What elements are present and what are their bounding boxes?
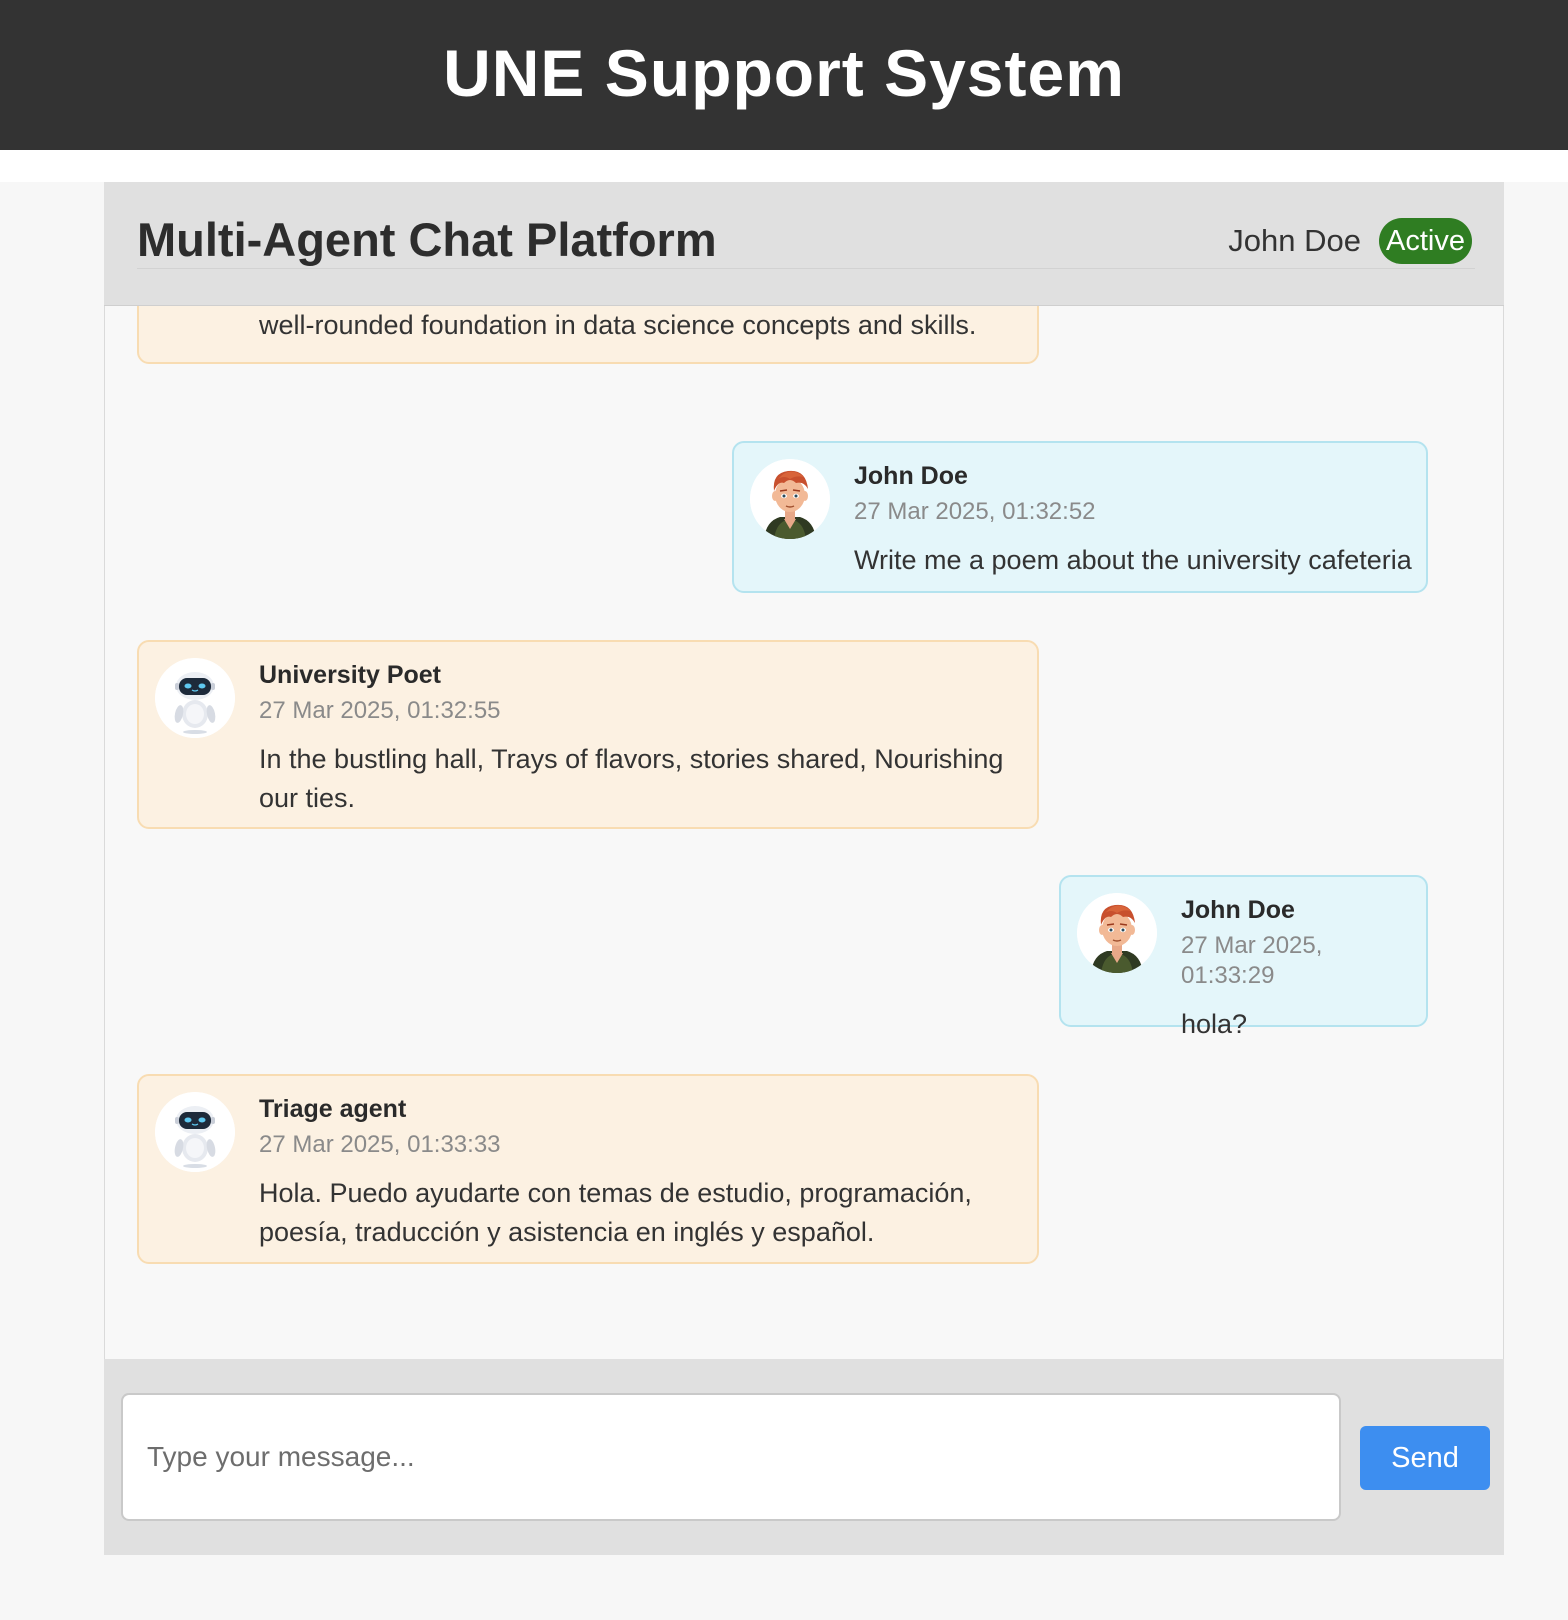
app-title: Multi-Agent Chat Platform <box>137 213 717 266</box>
message-text: In the bustling hall, Trays of flavors, … <box>259 744 1004 813</box>
page-footer-space <box>0 1555 1568 1620</box>
header-spacer <box>0 150 1568 182</box>
send-button[interactable]: Send <box>1360 1426 1490 1490</box>
message-timestamp: 27 Mar 2025, 01:33:33 <box>259 1131 501 1158</box>
message-input[interactable] <box>121 1393 1341 1521</box>
message-sender: Triage agent <box>259 1095 407 1123</box>
message-sender: University Poet <box>259 661 442 689</box>
message-timestamp: 27 Mar 2025, 01:33:29 <box>1181 932 1323 989</box>
site-header: UNE Support System <box>0 0 1568 150</box>
user-avatar-icon <box>1077 893 1157 973</box>
message-list[interactable]: well-rounded foundation in data science … <box>104 306 1504 1359</box>
chat-header: Multi-Agent Chat Platform John Doe Activ… <box>104 182 1504 306</box>
message-user: John Doe 27 Mar 2025, 01:33:29 hola? <box>1059 875 1428 1039</box>
message-timestamp: 27 Mar 2025, 01:32:52 <box>854 498 1096 525</box>
message-bot: well-rounded foundation in data science … <box>137 306 1039 364</box>
message-text: hola? <box>1181 1009 1248 1039</box>
message-text: well-rounded foundation in data science … <box>259 310 977 340</box>
message-text: Hola. Puedo ayudarte con temas de estudi… <box>259 1178 972 1247</box>
header-divider <box>137 268 1475 269</box>
site-title: UNE Support System <box>443 36 1125 110</box>
composer: Send <box>104 1359 1504 1555</box>
robot-avatar-icon <box>155 658 235 738</box>
message-timestamp: 27 Mar 2025, 01:32:55 <box>259 697 501 724</box>
message-user: John Doe 27 Mar 2025, 01:32:52 Write me … <box>732 441 1428 593</box>
robot-avatar-icon <box>155 1092 235 1172</box>
message-sender: John Doe <box>1181 896 1295 924</box>
message-sender: John Doe <box>854 462 968 490</box>
chat-app: Multi-Agent Chat Platform John Doe Activ… <box>104 182 1504 1555</box>
message-text: Write me a poem about the university caf… <box>854 545 1412 575</box>
status-badge: Active <box>1379 218 1472 264</box>
message-bot: University Poet 27 Mar 2025, 01:32:55 In… <box>137 640 1039 829</box>
current-user-name: John Doe <box>1228 223 1362 258</box>
user-status: John Doe Active <box>1228 218 1472 264</box>
message-bot: Triage agent 27 Mar 2025, 01:33:33 Hola.… <box>137 1074 1039 1264</box>
user-avatar-icon <box>750 459 830 539</box>
